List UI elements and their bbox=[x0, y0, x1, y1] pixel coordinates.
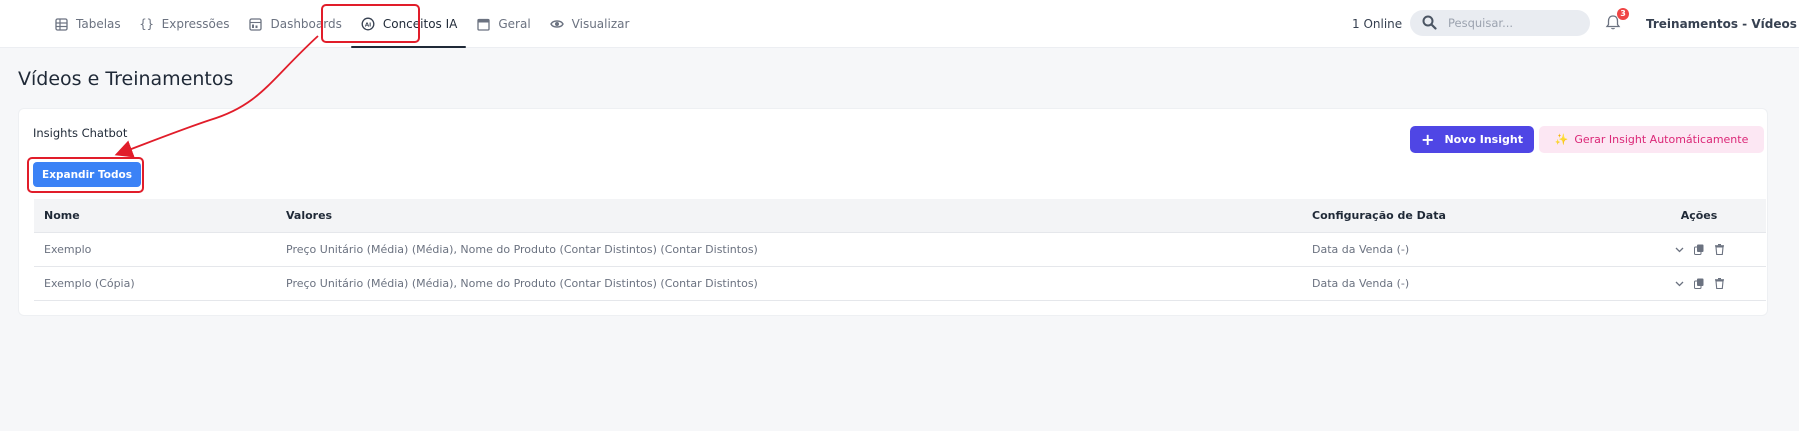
page-title: Vídeos e Treinamentos bbox=[18, 68, 234, 90]
copy-icon[interactable] bbox=[1693, 278, 1705, 290]
chevron-down-icon[interactable] bbox=[1673, 278, 1685, 290]
expand-all-button[interactable]: Expandir Todos bbox=[33, 162, 141, 187]
table-header-row: Nome Valores Configuração de Data Ações bbox=[34, 199, 1766, 233]
nav-item-geral[interactable]: Geral bbox=[466, 0, 539, 48]
col-header-date-config[interactable]: Configuração de Data bbox=[1302, 199, 1632, 233]
table-row[interactable]: Exemplo Preço Unitário (Média) (Média), … bbox=[34, 232, 1766, 267]
new-insight-label: Novo Insight bbox=[1444, 133, 1523, 146]
nav-item-visualizar[interactable]: Visualizar bbox=[540, 0, 639, 48]
cell-values: Preço Unitário (Média) (Média), Nome do … bbox=[276, 232, 1302, 267]
search-input[interactable] bbox=[1448, 16, 1578, 30]
cell-values: Preço Unitário (Média) (Média), Nome do … bbox=[276, 266, 1302, 301]
insights-card: Insights Chatbot Expandir Todos + Novo I… bbox=[18, 108, 1768, 316]
auto-insight-label: Gerar Insight Automáticamente bbox=[1574, 133, 1749, 146]
col-header-values[interactable]: Valores bbox=[276, 199, 1302, 233]
nav-label: Visualizar bbox=[571, 17, 630, 31]
nav-label: Conceitos IA bbox=[382, 17, 458, 31]
nav-item-expressoes[interactable]: {} Expressões bbox=[130, 0, 239, 48]
search-icon bbox=[1422, 15, 1438, 31]
cell-date-config: Data da Venda (-) bbox=[1302, 232, 1632, 267]
eye-icon bbox=[549, 16, 565, 32]
nav-item-tabelas[interactable]: Tabelas bbox=[44, 0, 130, 48]
nav-label: Dashboards bbox=[270, 17, 342, 31]
braces-icon: {} bbox=[139, 17, 154, 31]
cell-date-config: Data da Venda (-) bbox=[1302, 266, 1632, 301]
sparkle-icon: ✨ bbox=[1554, 133, 1569, 146]
nav-label: Expressões bbox=[161, 17, 230, 31]
insights-table: Nome Valores Configuração de Data Ações … bbox=[34, 199, 1766, 301]
cell-actions bbox=[1632, 232, 1766, 267]
online-status: 1 Online bbox=[1352, 17, 1403, 31]
nav-item-conceitos-ia[interactable]: AI Conceitos IA bbox=[350, 0, 467, 48]
main-nav: Tabelas {} Expressões Dashboards AI Conc… bbox=[44, 0, 638, 48]
cell-name: Exemplo bbox=[34, 232, 276, 267]
auto-insight-button[interactable]: ✨ Gerar Insight Automáticamente bbox=[1539, 126, 1764, 153]
plus-icon: + bbox=[1421, 130, 1435, 149]
search-box[interactable] bbox=[1410, 10, 1590, 36]
nav-label: Tabelas bbox=[76, 17, 121, 31]
table-icon bbox=[53, 16, 69, 32]
ai-icon: AI bbox=[360, 16, 376, 32]
workspace-name[interactable]: Treinamentos - Vídeos bbox=[1646, 0, 1797, 48]
notification-badge: 3 bbox=[1617, 8, 1629, 20]
trash-icon[interactable] bbox=[1713, 244, 1725, 256]
trash-icon[interactable] bbox=[1713, 278, 1725, 290]
nav-item-dashboards[interactable]: Dashboards bbox=[238, 0, 350, 48]
chevron-down-icon[interactable] bbox=[1673, 244, 1685, 256]
col-header-actions: Ações bbox=[1632, 199, 1766, 233]
top-navbar: Tabelas {} Expressões Dashboards AI Conc… bbox=[0, 0, 1799, 48]
table-row[interactable]: Exemplo (Cópia) Preço Unitário (Média) (… bbox=[34, 266, 1766, 301]
cell-actions bbox=[1632, 266, 1766, 301]
card-title: Insights Chatbot bbox=[33, 126, 128, 140]
svg-text:AI: AI bbox=[365, 22, 371, 28]
nav-label: Geral bbox=[498, 17, 531, 31]
calendar-icon bbox=[475, 16, 491, 32]
copy-icon[interactable] bbox=[1693, 244, 1705, 256]
new-insight-button[interactable]: + Novo Insight bbox=[1410, 126, 1534, 153]
dashboard-icon bbox=[247, 16, 263, 32]
cell-name: Exemplo (Cópia) bbox=[34, 266, 276, 301]
col-header-name[interactable]: Nome bbox=[34, 199, 276, 233]
